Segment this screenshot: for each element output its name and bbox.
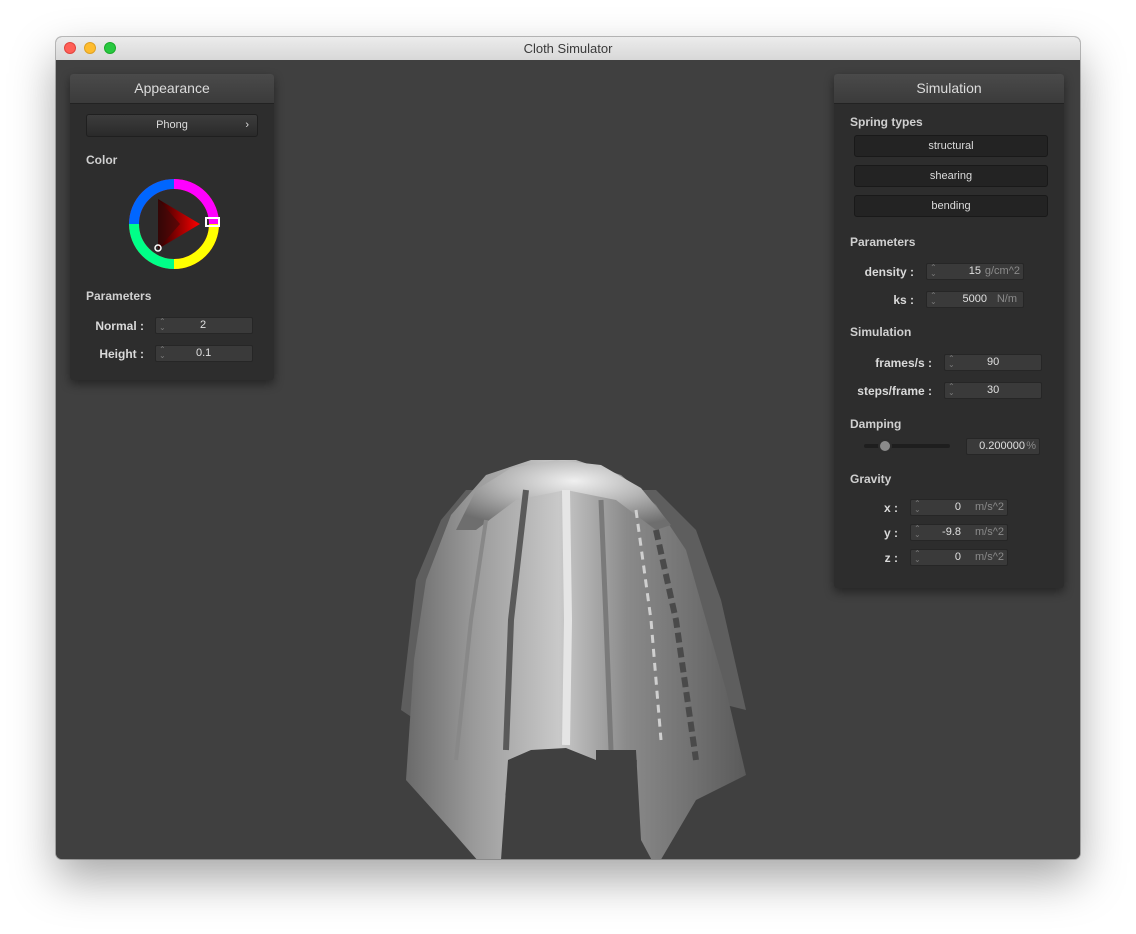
stepper-icon[interactable]: ⌃ ⌄ xyxy=(948,383,955,397)
gravity-y-unit: m/s^2 xyxy=(975,526,1004,538)
normal-field[interactable]: ⌃ ⌄ 2 xyxy=(155,317,253,334)
color-wheel[interactable] xyxy=(128,178,224,274)
damping-field[interactable]: 0.200000 % xyxy=(966,438,1040,455)
simulation-header[interactable]: Simulation xyxy=(834,74,1064,104)
density-field[interactable]: ⌃ ⌄ 15 g/cm^2 xyxy=(926,263,1024,280)
gravity-z-value: 0 xyxy=(954,551,961,563)
damping-value: 0.200000 xyxy=(979,440,1025,452)
height-label: Height : xyxy=(99,347,144,361)
gravity-x-label: x : xyxy=(883,501,898,515)
normal-label: Normal : xyxy=(95,319,144,333)
sim-params-label: Parameters xyxy=(850,235,916,249)
frames-value: 90 xyxy=(987,356,1000,368)
stepper-icon[interactable]: ⌃ ⌄ xyxy=(914,500,921,514)
gravity-y-value: -9.8 xyxy=(942,526,961,538)
steps-field[interactable]: ⌃ ⌄ 30 xyxy=(944,382,1042,399)
damping-slider[interactable] xyxy=(864,444,950,448)
steps-label: steps/frame : xyxy=(857,384,932,398)
ks-field[interactable]: ⌃ ⌄ 5000 N/m xyxy=(926,291,1024,308)
density-unit: g/cm^2 xyxy=(984,265,1020,277)
chevron-right-icon: › xyxy=(245,119,249,131)
frames-field[interactable]: ⌃ ⌄ 90 xyxy=(944,354,1042,371)
normal-value: 2 xyxy=(200,319,207,331)
color-label: Color xyxy=(86,153,118,167)
density-value: 15 xyxy=(968,265,981,277)
stepper-icon[interactable]: ⌃ ⌄ xyxy=(159,346,166,360)
shader-select[interactable]: Phong › xyxy=(86,114,258,137)
height-field[interactable]: ⌃ ⌄ 0.1 xyxy=(155,345,253,362)
shader-select-value: Phong xyxy=(156,119,188,131)
gravity-x-unit: m/s^2 xyxy=(975,501,1004,513)
frames-label: frames/s : xyxy=(875,356,932,370)
damping-unit: % xyxy=(1026,440,1036,452)
stepper-icon[interactable]: ⌃ ⌄ xyxy=(948,355,955,369)
stepper-icon[interactable]: ⌃ ⌄ xyxy=(159,318,166,332)
gravity-z-field[interactable]: ⌃ ⌄ 0 m/s^2 xyxy=(910,549,1008,566)
simulation-section-label: Simulation xyxy=(850,325,912,339)
gravity-label: Gravity xyxy=(850,472,892,486)
stepper-icon[interactable]: ⌃ ⌄ xyxy=(914,550,921,564)
gravity-y-field[interactable]: ⌃ ⌄ -9.8 m/s^2 xyxy=(910,524,1008,541)
ks-value: 5000 xyxy=(962,293,987,305)
3d-viewport[interactable]: Appearance Phong › Color Parameters Norm… xyxy=(56,60,1080,859)
stepper-icon[interactable]: ⌃ ⌄ xyxy=(930,292,937,306)
appearance-params-label: Parameters xyxy=(86,289,152,303)
bending-button[interactable]: bending xyxy=(854,195,1048,217)
height-value: 0.1 xyxy=(196,347,212,359)
steps-value: 30 xyxy=(987,384,1000,396)
ks-label: ks : xyxy=(893,293,914,307)
gravity-x-value: 0 xyxy=(954,501,961,513)
gravity-x-field[interactable]: ⌃ ⌄ 0 m/s^2 xyxy=(910,499,1008,516)
density-label: density : xyxy=(864,265,914,279)
spring-types-label: Spring types xyxy=(850,115,923,129)
structural-button[interactable]: structural xyxy=(854,135,1048,157)
appearance-panel: Appearance Phong › Color Parameters Norm… xyxy=(70,74,274,380)
title-bar[interactable]: Cloth Simulator xyxy=(56,37,1080,61)
window-title: Cloth Simulator xyxy=(523,41,613,56)
simulation-panel: Simulation Spring types structural shear… xyxy=(834,74,1064,588)
gravity-z-unit: m/s^2 xyxy=(975,551,1004,563)
damping-slider-handle[interactable] xyxy=(878,439,893,453)
gravity-z-label: z : xyxy=(884,551,898,565)
ks-unit: N/m xyxy=(996,293,1017,305)
appearance-header[interactable]: Appearance xyxy=(70,74,274,104)
gravity-y-label: y : xyxy=(883,526,898,540)
stepper-icon[interactable]: ⌃ ⌄ xyxy=(914,525,921,539)
app-window: Cloth Simulator Appearance Phong › Color… xyxy=(56,37,1080,859)
damping-label: Damping xyxy=(850,417,902,431)
stepper-icon[interactable]: ⌃ ⌄ xyxy=(930,264,937,278)
shearing-button[interactable]: shearing xyxy=(854,165,1048,187)
